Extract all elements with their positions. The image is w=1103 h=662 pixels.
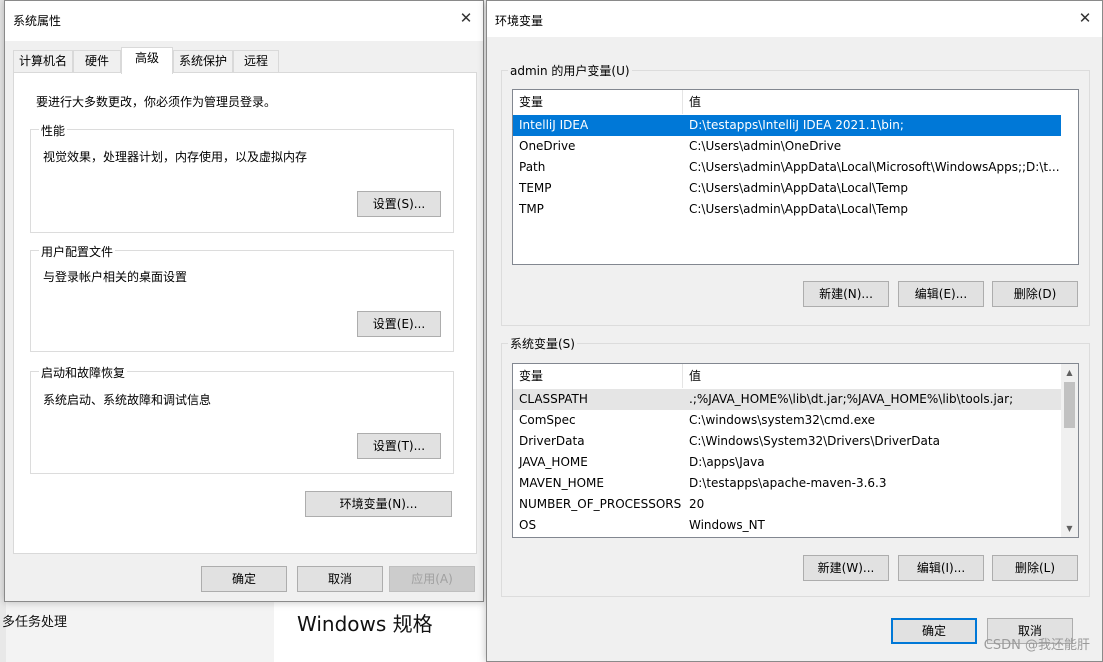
performance-group: 性能 视觉效果，处理器计划，内存使用，以及虚拟内存 设置(S)... [30,122,454,233]
tab-advanced[interactable]: 高级 [121,47,173,74]
variable-value: C:\windows\system32\cmd.exe [689,413,875,427]
column-header-value[interactable]: 值 [683,90,1078,114]
table-row[interactable]: TEMP C:\Users\admin\AppData\Local\Temp [513,178,1078,199]
list-header: 变量 值 [513,364,1061,388]
variable-name: Path [519,160,546,174]
admin-note: 要进行大多数更改，你必须作为管理员登录。 [36,95,277,109]
variable-value: 20 [689,497,705,511]
variable-name: TEMP [519,181,552,195]
user-variables-section: admin 的用户变量(U) 变量 值 IntelliJ IDEA D:\tes… [501,62,1090,326]
user-profiles-group: 用户配置文件 与登录帐户相关的桌面设置 设置(E)... [30,243,454,352]
variable-name: OS [519,518,537,532]
variable-name: JAVA_HOME [519,455,588,469]
system-properties-title: 系统属性 [13,14,62,28]
ok-button[interactable]: 确定 [891,618,977,644]
system-variables-title: 系统变量(S) [508,335,577,352]
variable-value: C:\Users\admin\AppData\Local\Temp [689,181,909,195]
table-row[interactable]: DriverData C:\Windows\System32\Drivers\D… [513,431,1063,452]
variable-name: NUMBER_OF_PROCESSORS [519,497,682,511]
variable-name: MAVEN_HOME [519,476,604,490]
environment-variables-title: 环境变量 [495,14,544,28]
variable-value: D:\testapps\apache-maven-3.6.3 [689,476,887,490]
scroll-up-icon[interactable]: ▲ [1061,364,1078,381]
table-row[interactable]: TMP C:\Users\admin\AppData\Local\Temp [513,199,1078,220]
ok-button[interactable]: 确定 [201,566,287,592]
startup-recovery-group: 启动和故障恢复 系统启动、系统故障和调试信息 设置(T)... [30,364,454,474]
startup-recovery-settings-button[interactable]: 设置(T)... [357,433,441,459]
system-variables-section: 系统变量(S) 变量 值 CLASSPATH .;%JAVA_HOME%\lib… [501,335,1090,597]
scroll-thumb[interactable] [1064,382,1075,428]
variable-value: C:\Windows\System32\Drivers\DriverData [689,434,940,448]
tab-system-protection[interactable]: 系统保护 [173,50,233,72]
variable-value: D:\testapps\IntelliJ IDEA 2021.1\bin; [689,118,904,132]
advanced-tab-page: 要进行大多数更改，你必须作为管理员登录。 性能 视觉效果，处理器计划，内存使用，… [13,72,477,554]
system-properties-window: 系统属性 ✕ 计算机名 硬件 高级 系统保护 远程 要进行大多数更改，你必须作为… [4,0,484,602]
variable-name: DriverData [519,434,585,448]
system-edit-button[interactable]: 编辑(I)... [898,555,984,581]
system-variables-list[interactable]: 变量 值 CLASSPATH .;%JAVA_HOME%\lib\dt.jar;… [512,363,1079,538]
table-row[interactable]: MAVEN_HOME D:\testapps\apache-maven-3.6.… [513,473,1063,494]
table-row[interactable]: NUMBER_OF_PROCESSORS 20 [513,494,1063,515]
performance-settings-button[interactable]: 设置(S)... [357,191,441,217]
user-profiles-settings-button[interactable]: 设置(E)... [357,311,441,337]
system-new-button[interactable]: 新建(W)... [803,555,889,581]
watermark: CSDN @我还能肝 [983,638,1090,653]
environment-variables-titlebar[interactable]: 环境变量 ✕ [487,1,1102,37]
environment-variables-button[interactable]: 环境变量(N)... [305,491,452,517]
table-row[interactable]: CLASSPATH .;%JAVA_HOME%\lib\dt.jar;%JAVA… [513,389,1063,410]
variable-value: C:\Users\admin\OneDrive [689,139,842,153]
user-variables-title: admin 的用户变量(U) [508,62,632,79]
environment-variables-window: 环境变量 ✕ admin 的用户变量(U) 变量 值 IntelliJ IDEA… [486,0,1103,662]
tab-hardware[interactable]: 硬件 [73,50,121,72]
variable-name: TMP [519,202,544,216]
user-delete-button[interactable]: 删除(D) [992,281,1078,307]
table-row[interactable]: ComSpec C:\windows\system32\cmd.exe [513,410,1063,431]
variable-value: C:\Users\admin\AppData\Local\Microsoft\W… [689,160,1060,174]
close-icon[interactable]: ✕ [457,9,475,27]
cancel-button[interactable]: 取消 [297,566,383,592]
variable-name: IntelliJ IDEA [519,118,589,132]
windows-spec-heading: Windows 规格 [297,612,433,636]
performance-desc: 视觉效果，处理器计划，内存使用，以及虚拟内存 [43,150,308,164]
user-new-button[interactable]: 新建(N)... [803,281,889,307]
apply-button[interactable]: 应用(A) [389,566,475,592]
system-properties-titlebar[interactable]: 系统属性 ✕ [5,1,483,41]
tab-remote[interactable]: 远程 [233,50,279,72]
system-delete-button[interactable]: 删除(L) [992,555,1078,581]
variable-value: C:\Users\admin\AppData\Local\Temp [689,202,909,216]
vertical-scrollbar[interactable]: ▲ ▼ [1061,364,1078,537]
tab-computer-name[interactable]: 计算机名 [13,50,73,72]
column-header-name[interactable]: 变量 [513,364,683,388]
startup-recovery-title: 启动和故障恢复 [39,364,128,381]
variable-value: D:\apps\Java [689,455,765,469]
startup-recovery-desc: 系统启动、系统故障和调试信息 [43,393,212,407]
variable-name: CLASSPATH [519,392,588,406]
table-row[interactable]: JAVA_HOME D:\apps\Java [513,452,1063,473]
variable-value: Windows_NT [689,518,765,532]
variable-name: ComSpec [519,413,576,427]
user-profiles-desc: 与登录帐户相关的桌面设置 [43,270,188,284]
column-header-value[interactable]: 值 [683,364,1063,388]
close-icon[interactable]: ✕ [1076,9,1094,27]
list-header: 变量 值 [513,90,1078,114]
variable-value: .;%JAVA_HOME%\lib\dt.jar;%JAVA_HOME%\lib… [689,392,1014,406]
user-variables-list[interactable]: 变量 值 IntelliJ IDEA D:\testapps\IntelliJ … [512,89,1079,265]
table-row[interactable]: Path C:\Users\admin\AppData\Local\Micros… [513,157,1078,178]
table-row[interactable]: IntelliJ IDEA D:\testapps\IntelliJ IDEA … [513,115,1061,136]
settings-multitask-item[interactable]: 多任务处理 [2,611,67,630]
column-header-name[interactable]: 变量 [513,90,683,114]
table-row[interactable]: OneDrive C:\Users\admin\OneDrive [513,136,1078,157]
user-edit-button[interactable]: 编辑(E)... [898,281,984,307]
table-row[interactable]: OS Windows_NT [513,515,1063,536]
scroll-down-icon[interactable]: ▼ [1061,520,1078,537]
performance-title: 性能 [39,122,68,139]
user-profiles-title: 用户配置文件 [39,243,116,260]
variable-name: OneDrive [519,139,576,153]
